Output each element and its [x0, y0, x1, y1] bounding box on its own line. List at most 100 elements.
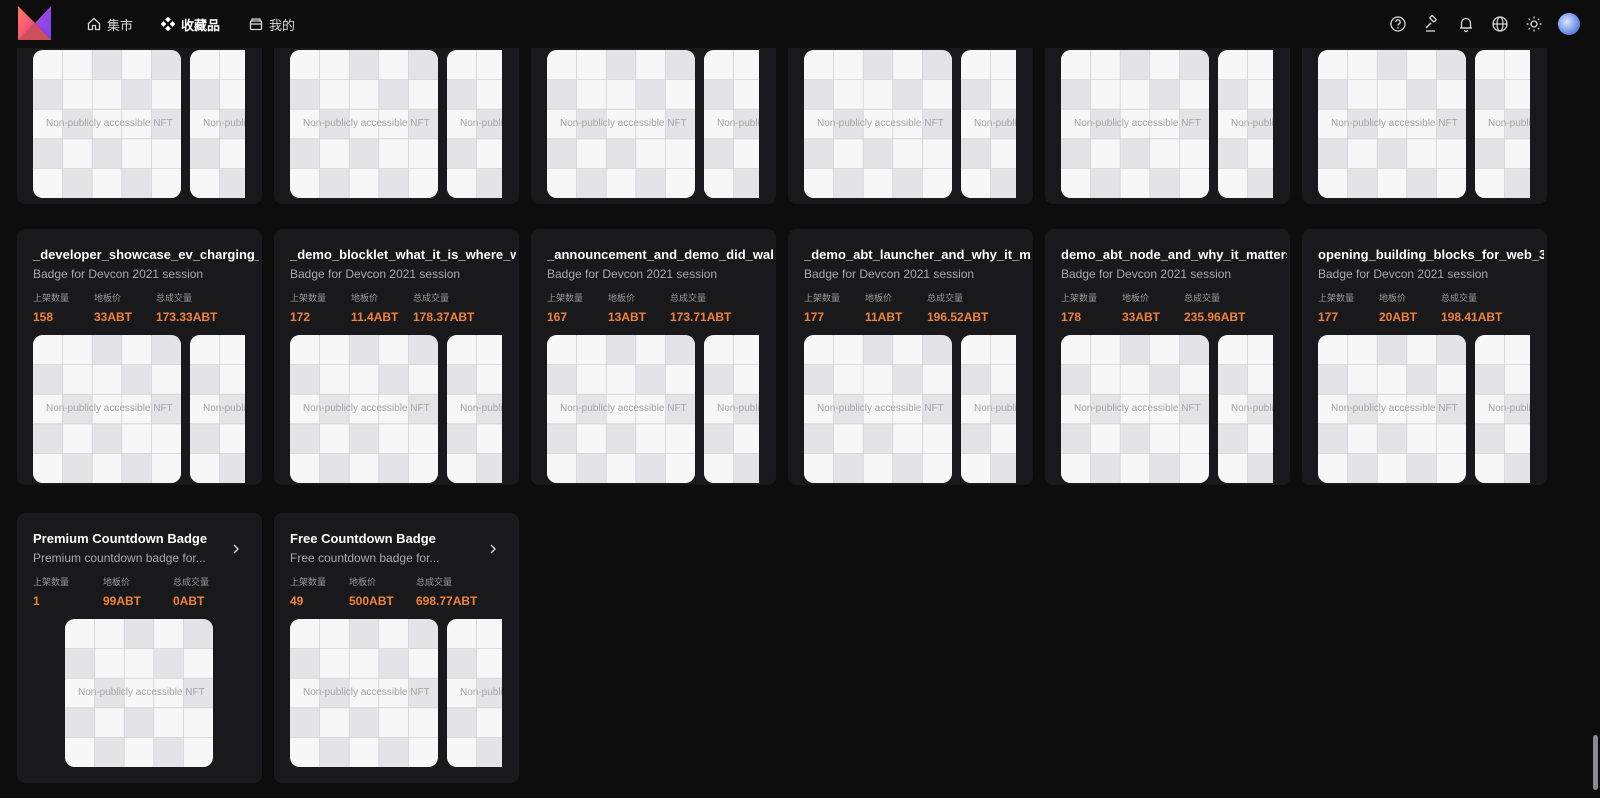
stat-value: 33ABT [94, 310, 133, 324]
nft-thumbnail[interactable]: Non-publicly accessible NFT [547, 335, 695, 483]
logo-icon[interactable] [18, 6, 51, 40]
nft-placeholder-text: Non-publicly accessible NFT [1488, 403, 1530, 414]
nft-thumbnail[interactable]: Non-publicly accessible NFT [804, 335, 952, 483]
stat-volume: 总成交量 173.71ABT [670, 291, 760, 324]
nft-placeholder-text: Non-publicly accessible NFT [1074, 403, 1201, 414]
nft-placeholder-text: Non-publicly accessible NFT [1331, 403, 1458, 414]
stat-label: 上架数量 [804, 293, 841, 303]
nav-collections-label: 收藏品 [181, 17, 221, 33]
collection-card[interactable]: demo_abt_node_and_why_it_matters Badge fo… [1045, 229, 1290, 485]
nft-thumbnail[interactable]: Non-publicly accessible NFT [1061, 335, 1209, 483]
collection-title: opening_building_blocks_for_web_3 [1318, 247, 1544, 262]
nft-thumbnail[interactable]: Non-publicly accessible NFT [33, 335, 181, 483]
collection-subtitle: Badge for Devcon 2021 session [1061, 267, 1232, 281]
collection-stats: 上架数量 158 地板价 33ABT 总成交量 173.33ABT [33, 291, 246, 324]
nft-placeholder-text: Non-publicly accessible NFT [460, 118, 502, 129]
nav-mine[interactable]: 我的 [249, 0, 295, 48]
globe-icon[interactable] [1488, 12, 1512, 36]
avatar[interactable] [1558, 13, 1580, 35]
nft-thumbnail[interactable]: Non-publicly accessible NFT [290, 50, 438, 198]
nft-preview-strip: Non-publicly accessible NFT Non-publicly … [547, 335, 759, 483]
stat-listed: 上架数量 1 [33, 575, 103, 608]
stat-floor: 地板价 20ABT [1379, 291, 1441, 324]
nft-thumbnail[interactable]: Non-publicly accessible NFT [33, 50, 181, 198]
stat-value: 11.4ABT [351, 310, 399, 324]
nft-thumbnail[interactable]: Non-publicly accessible NFT [1318, 50, 1466, 198]
stat-label: 地板价 [94, 293, 122, 303]
stat-label: 总成交量 [1441, 293, 1478, 303]
nft-thumbnail[interactable]: Non-publicly accessible NFT [447, 50, 502, 198]
auction-icon[interactable] [1420, 12, 1444, 36]
nft-thumbnail[interactable]: Non-publicly accessible NFT [290, 619, 438, 767]
stat-value: 172 [290, 310, 311, 324]
nft-placeholder-text: Non-publicly accessible NFT [203, 118, 245, 129]
nft-placeholder-text: Non-publicly accessible NFT [1488, 118, 1530, 129]
collection-card[interactable]: opening_building_blocks_for_web_3 Badge f… [1302, 229, 1547, 485]
scrollbar-thumb[interactable] [1593, 735, 1598, 790]
nft-thumbnail[interactable]: Non-publicly accessible NFT [1218, 50, 1273, 198]
nft-placeholder-text: Non-publicly accessible NFT [303, 687, 430, 698]
nft-placeholder-text: Non-publicly accessible NFT [203, 403, 245, 414]
stat-label: 上架数量 [1318, 293, 1355, 303]
collection-subtitle: Badge for Devcon 2021 session [1318, 267, 1489, 281]
stat-value: 158 [33, 310, 54, 324]
nft-thumbnail[interactable]: Non-publicly accessible NFT [804, 50, 952, 198]
nft-thumbnail[interactable]: Non-publicly accessible NFT [704, 50, 759, 198]
stat-floor: 地板价 99ABT [103, 575, 173, 608]
collection-card[interactable]: Premium Countdown Badge Premium countdown… [17, 513, 262, 783]
collection-subtitle: Badge for Devcon 2021 session [290, 267, 461, 281]
stat-value: 178 [1061, 310, 1082, 324]
nft-thumbnail[interactable]: Non-publicly accessible NFT [447, 619, 502, 767]
collection-card[interactable]: Free Countdown Badge Free countdown badge… [274, 513, 519, 783]
collection-card[interactable]: _demo_blocklet_what_it_is_where_we_are Ba… [274, 229, 519, 485]
stat-label: 地板价 [608, 293, 636, 303]
scrollbar[interactable] [1590, 48, 1600, 798]
nft-thumbnail[interactable]: Non-publicly accessible NFT [704, 335, 759, 483]
stat-value: 0ABT [173, 594, 205, 608]
nft-preview-strip: Non-publicly accessible NFT Non-publicly … [1061, 335, 1273, 483]
stat-value: 173.71ABT [670, 310, 732, 324]
nft-thumbnail[interactable]: Non-publicly accessible NFT [1061, 50, 1209, 198]
nft-placeholder-text: Non-publicly accessible NFT [78, 687, 205, 698]
collection-title: Premium Countdown Badge [33, 531, 208, 546]
stat-volume: 总成交量 235.96ABT [1184, 291, 1274, 324]
nft-placeholder-text: Non-publicly accessible NFT [974, 118, 1016, 129]
nft-placeholder-text: Non-publicly accessible NFT [1331, 118, 1458, 129]
nft-preview-strip: Non-publicly accessible NFT [33, 619, 245, 767]
stat-label: 总成交量 [173, 577, 210, 587]
nav-market[interactable]: 集市 [87, 0, 133, 48]
nft-placeholder-text: Non-publicly accessible NFT [1231, 403, 1273, 414]
nft-thumbnail[interactable]: Non-publicly accessible NFT [190, 335, 245, 483]
stat-value: 167 [547, 310, 568, 324]
stat-value: 235.96ABT [1184, 310, 1246, 324]
nft-thumbnail[interactable]: Non-publicly accessible NFT [961, 50, 1016, 198]
nft-placeholder-text: Non-publicly accessible NFT [303, 118, 430, 129]
stat-value: 1 [33, 594, 40, 608]
help-icon[interactable] [1386, 12, 1410, 36]
nft-thumbnail[interactable]: Non-publicly accessible NFT [547, 50, 695, 198]
stat-label: 地板价 [103, 577, 131, 587]
collection-card[interactable]: _developer_showcase_ev_charging_station B… [17, 229, 262, 485]
collection-card[interactable]: _announcement_and_demo_did_wallet Badge f… [531, 229, 776, 485]
bell-icon[interactable] [1454, 12, 1478, 36]
stat-label: 总成交量 [156, 293, 193, 303]
nft-thumbnail[interactable]: Non-publicly accessible NFT [65, 619, 213, 767]
nft-thumbnail[interactable]: Non-publicly accessible NFT [190, 50, 245, 198]
nft-thumbnail[interactable]: Non-publicly accessible NFT [1475, 335, 1530, 483]
nft-thumbnail[interactable]: Non-publicly accessible NFT [447, 335, 502, 483]
nft-thumbnail[interactable]: Non-publicly accessible NFT [1475, 50, 1530, 198]
nft-thumbnail[interactable]: Non-publicly accessible NFT [1218, 335, 1273, 483]
stat-label: 上架数量 [547, 293, 584, 303]
nav-collections[interactable]: 收藏品 [161, 0, 220, 48]
nft-thumbnail[interactable]: Non-publicly accessible NFT [961, 335, 1016, 483]
sun-icon[interactable] [1522, 12, 1546, 36]
collection-card[interactable]: _demo_abt_launcher_and_why_it_matters Bad… [788, 229, 1033, 485]
chevron-right-icon[interactable] [487, 542, 499, 554]
stat-value: 500ABT [349, 594, 394, 608]
wallet-icon [249, 17, 263, 31]
nft-thumbnail[interactable]: Non-publicly accessible NFT [1318, 335, 1466, 483]
nft-thumbnail[interactable]: Non-publicly accessible NFT [290, 335, 438, 483]
stat-value: 177 [804, 310, 825, 324]
stat-label: 总成交量 [927, 293, 964, 303]
chevron-right-icon[interactable] [230, 542, 242, 554]
